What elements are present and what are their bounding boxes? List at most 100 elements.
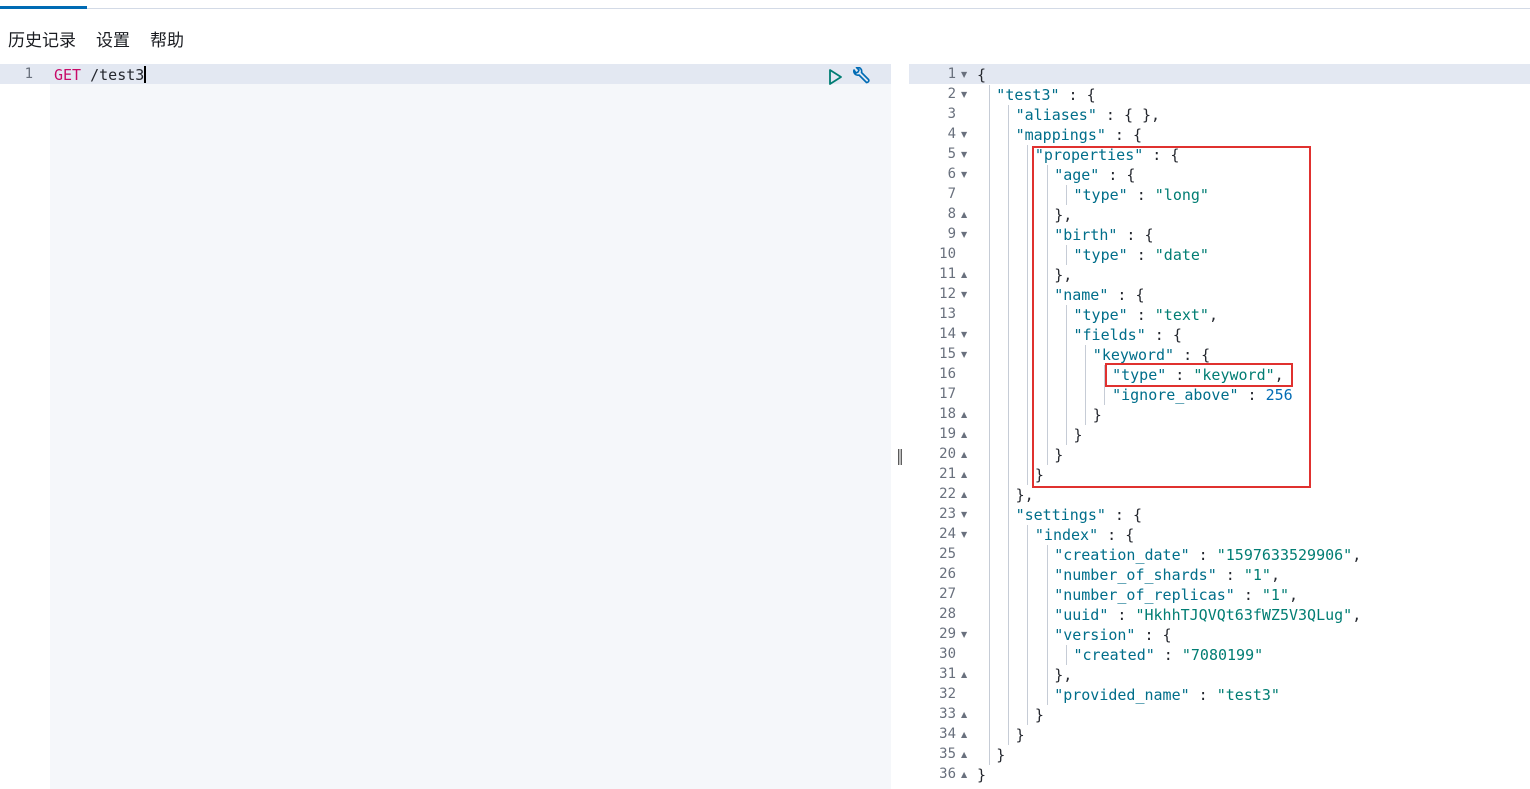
response-line-number: 6 (947, 166, 956, 182)
response-line-number: 33 (939, 706, 956, 722)
response-line-number: 16 (939, 366, 956, 382)
response-code-line: } (1034, 466, 1044, 484)
response-line-number: 19 (939, 426, 956, 442)
fold-toggle-icon[interactable]: ▼ (961, 170, 967, 179)
indent-guide (1027, 525, 1029, 725)
fold-toggle-icon[interactable]: ▼ (961, 350, 967, 359)
response-line-number: 23 (939, 506, 956, 522)
panel-resizer[interactable]: ‖ (891, 64, 909, 789)
response-line-number: 21 (939, 466, 956, 482)
menu-help[interactable]: 帮助 (150, 28, 184, 54)
response-line-number: 17 (939, 386, 956, 402)
indent-guide (1065, 185, 1067, 205)
unfold-toggle-icon[interactable]: ▲ (961, 710, 967, 719)
response-code-line: "index" : { (1034, 526, 1135, 544)
response-line-number: 29 (939, 626, 956, 642)
response-code-line: } (1034, 706, 1044, 724)
indent-guide (1065, 245, 1067, 265)
indent-guide (1104, 365, 1106, 405)
fold-toggle-icon[interactable]: ▼ (961, 130, 967, 139)
fold-toggle-icon[interactable]: ▼ (961, 630, 967, 639)
response-code-line: } (977, 766, 987, 784)
request-line-number: 1 (24, 66, 33, 82)
fold-toggle-icon[interactable]: ▼ (961, 230, 967, 239)
fold-toggle-icon[interactable]: ▼ (961, 70, 967, 79)
response-line-number: 14 (939, 326, 956, 342)
response-code-line: "ignore_above" : 256 (1112, 386, 1293, 404)
fold-toggle-icon[interactable]: ▼ (961, 510, 967, 519)
unfold-toggle-icon[interactable]: ▲ (961, 750, 967, 759)
response-line-number: 18 (939, 406, 956, 422)
indent-guide (1065, 645, 1067, 665)
response-code-line: "birth" : { (1054, 226, 1154, 244)
response-gutter: 1 ▼ 2 ▼ 3 4 ▼ 5 ▼ 6 ▼ 7 8 ▲ 9 ▼ 10 11 ▲ 12 ▼ 13 14 ▼ 15 ▼ 16 17 18 ▲ 1… (909, 64, 975, 789)
response-line-number: 34 (939, 726, 956, 742)
indent-guide (1065, 305, 1067, 445)
fold-toggle-icon[interactable]: ▼ (961, 90, 967, 99)
unfold-toggle-icon[interactable]: ▲ (961, 770, 967, 779)
response-line-number: 27 (939, 586, 956, 602)
response-line-number: 32 (939, 686, 956, 702)
menu-bar: 历史记录 设置 帮助 (0, 28, 196, 54)
response-code-line: } (1015, 726, 1025, 744)
response-code-line: "age" : { (1054, 166, 1136, 184)
response-code-line: "properties" : { (1034, 146, 1180, 164)
response-code-line: "creation_date" : "1597633529906", (1054, 546, 1362, 564)
request-method: GET (54, 66, 82, 84)
response-viewer[interactable]: 1 ▼ 2 ▼ 3 4 ▼ 5 ▼ 6 ▼ 7 8 ▲ 9 ▼ 10 11 ▲ 12 ▼ 13 14 ▼ 15 ▼ 16 17 18 ▲ 1… (909, 64, 1530, 789)
response-code-line: "settings" : { (1015, 506, 1143, 524)
unfold-toggle-icon[interactable]: ▲ (961, 410, 967, 419)
fold-toggle-icon[interactable]: ▼ (961, 150, 967, 159)
unfold-toggle-icon[interactable]: ▲ (961, 210, 967, 219)
indent-guide (1007, 105, 1009, 745)
response-code[interactable]: {"test3" : {"aliases" : { }, "mappings" :… (975, 64, 1530, 789)
response-line-number: 26 (939, 566, 956, 582)
fold-toggle-icon[interactable]: ▼ (961, 530, 967, 539)
text-cursor (144, 66, 147, 83)
indent-guide (1046, 165, 1048, 465)
unfold-toggle-icon[interactable]: ▲ (961, 490, 967, 499)
response-code-line: } (996, 746, 1006, 764)
menu-history[interactable]: 历史记录 (8, 28, 76, 54)
unfold-toggle-icon[interactable]: ▲ (961, 670, 967, 679)
response-code-line: "uuid" : "HkhhTJQVQt63fWZ5V3QLug", (1054, 606, 1362, 624)
fold-toggle-icon[interactable]: ▼ (961, 330, 967, 339)
unfold-toggle-icon[interactable]: ▲ (961, 730, 967, 739)
response-code-line: "mappings" : { (1015, 126, 1143, 144)
response-line-number: 28 (939, 606, 956, 622)
request-line[interactable]: GET /test3 (54, 66, 147, 84)
response-code-line: } (1073, 426, 1083, 444)
response-code-line: "keyword" : { (1092, 346, 1211, 364)
unfold-toggle-icon[interactable]: ▲ (961, 430, 967, 439)
menu-settings[interactable]: 设置 (96, 28, 130, 54)
resizer-grip-icon: ‖ (896, 446, 904, 465)
unfold-toggle-icon[interactable]: ▲ (961, 270, 967, 279)
fold-toggle-icon[interactable]: ▼ (961, 290, 967, 299)
response-code-line: "number_of_shards" : "1", (1054, 566, 1280, 584)
unfold-toggle-icon[interactable]: ▲ (961, 470, 967, 479)
response-line-number: 11 (939, 266, 956, 282)
response-code-line: { (977, 66, 987, 84)
response-code-line: } (1092, 406, 1102, 424)
response-code-line: "provided_name" : "test3" (1054, 686, 1280, 704)
response-line-number: 1 (947, 66, 956, 82)
response-line-number: 10 (939, 246, 956, 262)
response-line-number: 36 (939, 766, 956, 782)
unfold-toggle-icon[interactable]: ▲ (961, 450, 967, 459)
top-divider (0, 8, 1530, 9)
request-editor[interactable]: 1 GET /test3 (0, 64, 891, 789)
response-line-number: 25 (939, 546, 956, 562)
response-line-number: 3 (947, 106, 956, 122)
wrench-icon[interactable] (850, 67, 872, 87)
play-icon[interactable] (826, 68, 844, 86)
response-code-line: }, (1015, 486, 1034, 504)
response-line-number: 7 (947, 186, 956, 202)
response-line-number: 35 (939, 746, 956, 762)
response-line-number: 9 (947, 226, 956, 242)
response-line-number: 30 (939, 646, 956, 662)
response-code-line: "created" : "7080199" (1073, 646, 1264, 664)
response-line-number: 22 (939, 486, 956, 502)
indent-guide (1085, 345, 1087, 425)
response-code-line: "number_of_replicas" : "1", (1054, 586, 1299, 604)
response-line-number: 20 (939, 446, 956, 462)
